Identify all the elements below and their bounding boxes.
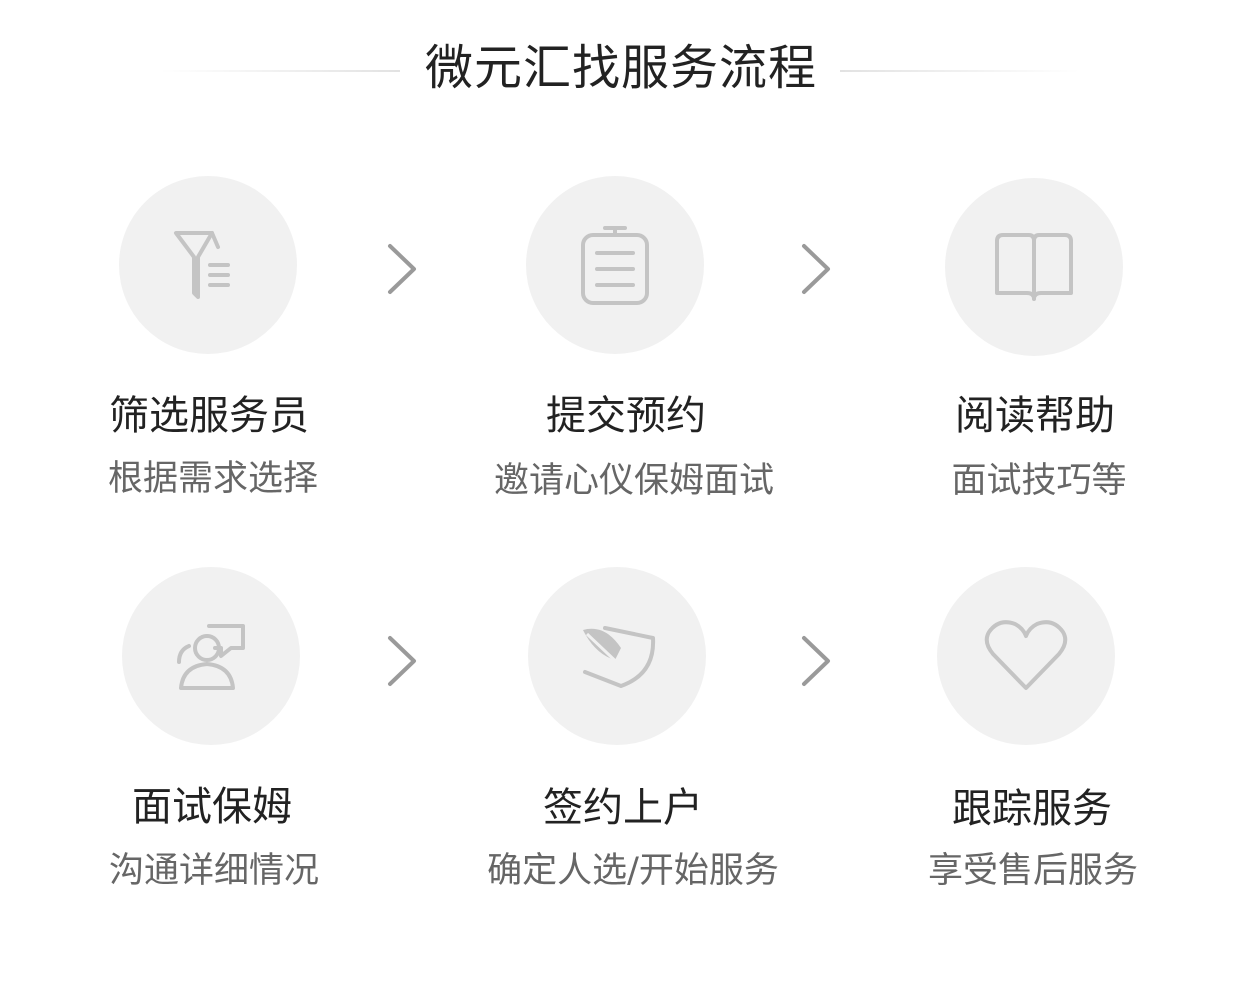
- step-6-desc: 享受售后服务: [927, 851, 1138, 891]
- step-1-desc: 根据需求选择: [107, 459, 318, 499]
- title-divider-right: [840, 70, 1080, 72]
- chevron-right-icon: [388, 244, 416, 294]
- quill-sign-icon: [583, 626, 656, 688]
- chevron-right-icon: [802, 636, 830, 686]
- heart-icon: [984, 620, 1068, 690]
- step-5-desc: 确定人选/开始服务: [487, 851, 779, 891]
- step-6-title: 跟踪服务: [952, 786, 1112, 832]
- step-4-title: 面试保姆: [132, 784, 292, 830]
- step-3-icon-circle: [945, 178, 1123, 356]
- step-2-desc: 邀请心仪保姆面试: [493, 461, 774, 501]
- step-3-desc: 面试技巧等: [951, 461, 1127, 501]
- filter-list-icon: [174, 231, 230, 299]
- clipboard-icon: [581, 226, 649, 305]
- step-4-desc: 沟通详细情况: [108, 851, 319, 891]
- step-5-title: 签约上户: [543, 785, 703, 831]
- step-4-icon-circle: [122, 567, 300, 745]
- step-1-title: 筛选服务员: [109, 393, 309, 439]
- page-title: 微元汇找服务流程: [424, 40, 817, 96]
- person-chat-icon: [177, 624, 245, 690]
- step-2-icon-circle: [526, 176, 704, 354]
- step-1-icon-circle: [119, 176, 297, 354]
- open-book-icon: [995, 233, 1073, 301]
- step-2-title: 提交预约: [546, 393, 706, 439]
- step-5-icon-circle: [528, 567, 706, 745]
- chevron-right-icon: [388, 636, 416, 686]
- step-6-icon-circle: [937, 567, 1115, 745]
- step-3-title: 阅读帮助: [955, 393, 1115, 439]
- chevron-right-icon: [802, 244, 830, 294]
